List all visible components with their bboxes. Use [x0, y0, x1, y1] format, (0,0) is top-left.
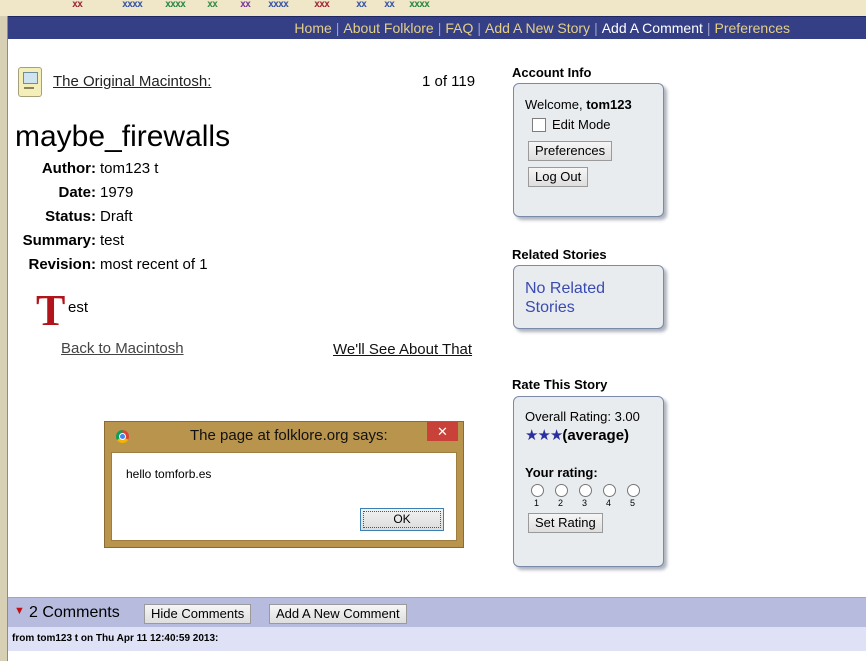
story-body: est [68, 299, 89, 316]
banner-decoration: xx [384, 0, 395, 10]
no-related-stories-text: No Related Stories [525, 280, 606, 316]
star-icons: ★★★ [525, 427, 563, 444]
hide-comments-button[interactable]: Hide Comments [144, 604, 252, 624]
preferences-button[interactable]: Preferences [528, 141, 613, 161]
alert-dialog: The page at folklore.org says: ✕ hello t… [104, 421, 464, 548]
nav-link-about-folklore[interactable]: About Folklore [343, 20, 433, 36]
rating-radio-3[interactable] [579, 484, 592, 497]
overall-rating: Overall Rating: 3.00 [525, 409, 640, 424]
edit-mode-label: Edit Mode [552, 117, 611, 132]
close-icon[interactable]: ✕ [427, 422, 458, 441]
top-nav: Home | About Folklore | FAQ | Add A New Story |… [8, 16, 866, 39]
nav-separator: | [437, 20, 442, 36]
nav-link-add-a-comment[interactable]: Add A Comment [602, 20, 703, 36]
meta-label: Author: [41, 160, 96, 177]
meta-value: 1979 [100, 184, 134, 201]
header-banner: xx xxxx xxxx xx xx xxxx xxx xx xx xxxx [0, 0, 866, 16]
rating-radio-5[interactable] [627, 484, 640, 497]
nav-link-faq[interactable]: FAQ [445, 20, 473, 36]
chrome-icon [116, 430, 129, 443]
meta-row-status: Status: Draft [15, 208, 208, 232]
comments-bar: ▼ 2 Comments Hide Comments Add A New Com… [8, 597, 866, 628]
rating-radio-4[interactable] [603, 484, 616, 497]
dialog-message: hello tomforb.es [126, 467, 212, 481]
username: tom123 [586, 97, 632, 112]
rating-radio-2[interactable] [555, 484, 568, 497]
meta-value: most recent of 1 [100, 256, 208, 273]
banner-decoration: xx [356, 0, 367, 10]
set-rating-button[interactable]: Set Rating [528, 513, 603, 533]
story-title: maybe_firewalls [15, 120, 231, 153]
comment-header: from tom123 t on Thu Apr 11 12:40:59 201… [8, 627, 866, 651]
meta-label: Summary: [22, 232, 96, 249]
banner-decoration: xx [72, 0, 83, 10]
banner-decoration: xxx [314, 0, 330, 10]
rate-story-heading: Rate This Story [512, 377, 608, 392]
meta-row-summary: Summary: test [15, 232, 208, 256]
meta-row-date: Date: 1979 [15, 184, 208, 208]
comment-byline: from tom123 t on Thu Apr 11 12:40:59 201… [12, 633, 219, 644]
macintosh-screen [23, 72, 38, 84]
page-frame [0, 16, 7, 661]
rating-option-label: 1 [534, 498, 540, 508]
nav-link-preferences[interactable]: Preferences [715, 20, 790, 36]
nav-separator: | [706, 20, 711, 36]
nav-link-add-a-new-story[interactable]: Add A New Story [485, 20, 590, 36]
meta-label: Status: [45, 208, 96, 225]
meta-value: test [100, 232, 125, 249]
edit-mode-checkbox[interactable] [532, 118, 546, 132]
banner-decoration: xxxx [268, 0, 289, 10]
comments-count: 2 Comments [29, 604, 120, 621]
body-dropcap: T [36, 286, 66, 335]
banner-decoration: xxxx [409, 0, 430, 10]
banner-decoration: xx [207, 0, 218, 10]
rating-box: Overall Rating: 3.00 ★★★(average) Your r… [513, 396, 664, 567]
rating-option-label: 3 [582, 498, 588, 508]
macintosh-icon [18, 67, 42, 97]
log-out-button[interactable]: Log Out [528, 167, 589, 187]
meta-value: Draft [100, 208, 133, 225]
dialog-title: The page at folklore.org says: [190, 427, 388, 444]
rating-option-label: 5 [630, 498, 636, 508]
rating-option-label: 4 [606, 498, 612, 508]
ok-button[interactable]: OK [360, 508, 444, 531]
back-to-macintosh-link[interactable]: Back to Macintosh [61, 340, 184, 357]
rating-radio-1[interactable] [531, 484, 544, 497]
related-stories-heading: Related Stories [512, 247, 607, 262]
meta-row-revision: Revision: most recent of 1 [15, 256, 208, 280]
dialog-body: hello tomforb.es OK [111, 452, 457, 541]
story-meta: Author: tom123 t Date: 1979 Status: Draft S… [15, 160, 208, 280]
nav-separator: | [335, 20, 340, 36]
collapse-triangle-icon[interactable]: ▼ [14, 605, 25, 617]
next-story-link[interactable]: We'll See About That [333, 341, 472, 358]
meta-label: Date: [58, 184, 96, 201]
nav-link-home[interactable]: Home [294, 20, 331, 36]
banner-decoration: xx [240, 0, 251, 10]
story-count: 1 of 119 [422, 73, 476, 90]
macintosh-disk-slot [24, 87, 34, 89]
account-info-heading: Account Info [512, 65, 592, 80]
meta-value: tom123 t [100, 160, 159, 177]
page-frame-edge [7, 16, 8, 661]
folder-link[interactable]: The Original Macintosh: [53, 73, 211, 90]
average-label: (average) [562, 427, 630, 444]
banner-decoration: xxxx [165, 0, 186, 10]
rating-option-label: 2 [558, 498, 564, 508]
meta-row-author: Author: tom123 t [15, 160, 208, 184]
welcome-text: Welcome, [525, 97, 583, 112]
average-stars: ★★★(average) [525, 426, 629, 444]
account-info-box: Welcome, tom123 Edit Mode Preferences Lo… [513, 83, 664, 217]
meta-label: Revision: [28, 256, 96, 273]
nav-separator: | [594, 20, 598, 36]
nav-links: Home | About Folklore | FAQ | Add A New Story |… [294, 17, 790, 39]
welcome-line: Welcome, tom123 [525, 97, 632, 112]
nav-separator: | [477, 20, 481, 36]
banner-decoration: xxxx [122, 0, 143, 10]
related-stories-box: No Related Stories [513, 265, 664, 329]
add-new-comment-button[interactable]: Add A New Comment [269, 604, 407, 624]
your-rating-label: Your rating: [525, 465, 598, 480]
